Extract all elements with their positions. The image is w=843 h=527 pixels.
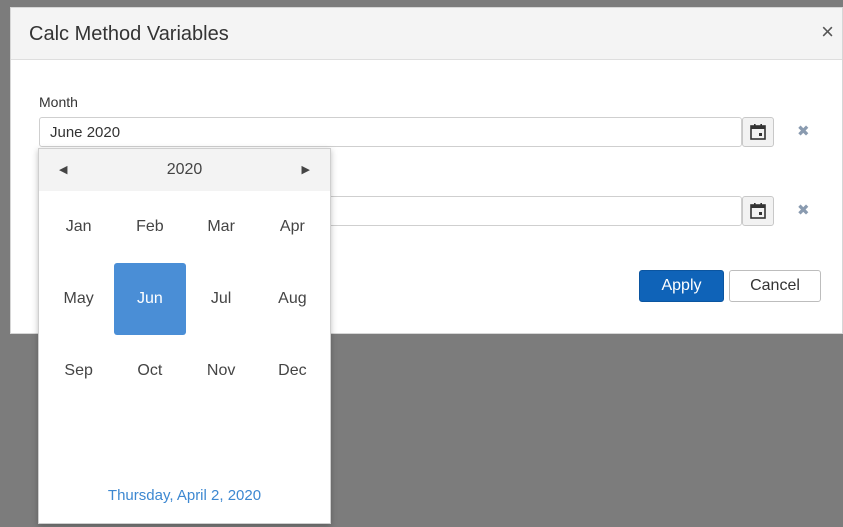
month-grid: Jan Feb Mar Apr May Jun Jul Aug Sep Oct Nov Dec <box>43 191 328 407</box>
dialog-header: Calc Method Variables × <box>11 8 842 60</box>
dialog-title: Calc Method Variables <box>29 23 229 45</box>
clear-month-icon[interactable]: ✖ <box>797 122 810 140</box>
month-label: Month <box>39 94 78 110</box>
month-option-dec[interactable]: Dec <box>257 335 328 407</box>
month-picker-popup: ◀ 2020 ▶ Jan Feb Mar Apr May Jun Jul Aug Sep Oct N… <box>38 148 331 524</box>
month-option-aug[interactable]: Aug <box>257 263 328 335</box>
month-calendar-button[interactable] <box>742 117 774 147</box>
picker-year[interactable]: 2020 <box>39 161 330 179</box>
month-option-jul[interactable]: Jul <box>186 263 257 335</box>
clear-second-icon[interactable]: ✖ <box>797 201 810 219</box>
month-option-jun[interactable]: Jun <box>114 263 186 335</box>
month-input[interactable] <box>39 117 742 147</box>
month-option-nov[interactable]: Nov <box>186 335 257 407</box>
month-option-feb[interactable]: Feb <box>114 191 185 263</box>
month-option-may[interactable]: May <box>43 263 114 335</box>
picker-header: ◀ 2020 ▶ <box>39 149 330 191</box>
today-link[interactable]: Thursday, April 2, 2020 <box>39 487 330 504</box>
month-option-oct[interactable]: Oct <box>114 335 185 407</box>
apply-button[interactable]: Apply <box>639 270 724 302</box>
month-option-apr[interactable]: Apr <box>257 191 328 263</box>
second-calendar-button[interactable] <box>742 196 774 226</box>
month-option-sep[interactable]: Sep <box>43 335 114 407</box>
month-option-mar[interactable]: Mar <box>186 191 257 263</box>
cancel-button[interactable]: Cancel <box>729 270 821 302</box>
calendar-icon <box>750 124 766 140</box>
calendar-icon <box>750 203 766 219</box>
month-option-jan[interactable]: Jan <box>43 191 114 263</box>
close-icon[interactable]: × <box>821 21 834 43</box>
next-year-icon[interactable]: ▶ <box>302 163 310 176</box>
